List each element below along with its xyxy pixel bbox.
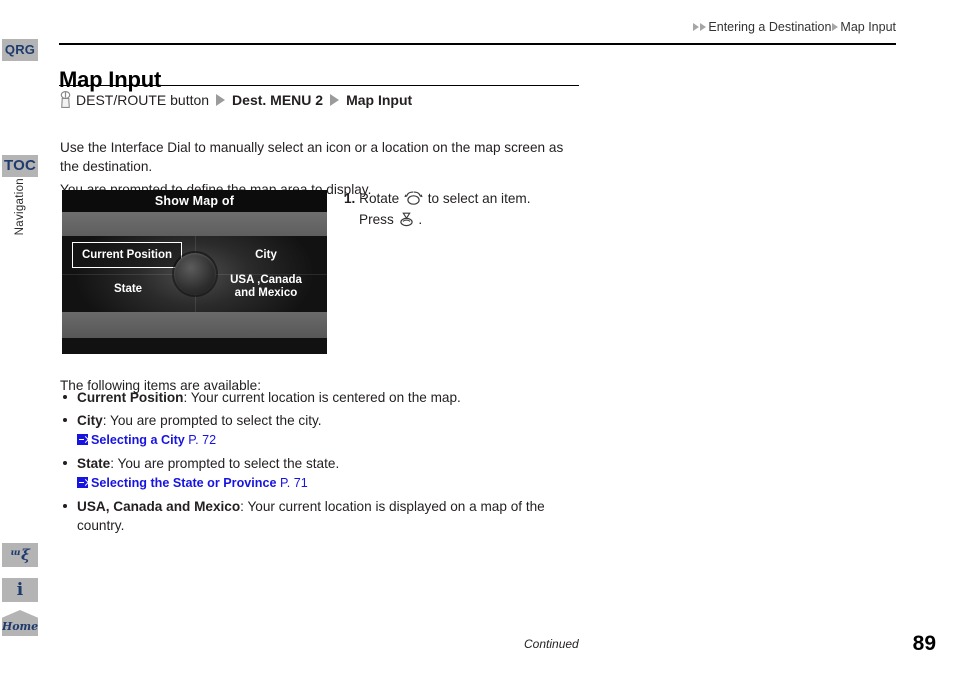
page-title: Map Input (59, 66, 162, 92)
cross-reference-link[interactable]: Selecting the State or Province P. 71 (77, 474, 580, 493)
menu-path-step-2: Map Input (346, 92, 413, 108)
link-arrow-icon (77, 434, 88, 445)
chevron-right-icon (832, 23, 839, 31)
nav-screen-menu-area: Current Position City State USA ,Canada … (62, 236, 327, 312)
step-press-suffix: . (418, 212, 423, 227)
step-text-after-icon: to select an item. (427, 191, 531, 206)
sidebar-tab-qrg[interactable]: QRG (2, 39, 38, 61)
home-icon-label: Home (1, 620, 39, 633)
bullet-dot-icon (63, 418, 67, 422)
step-instruction: 1. Rotate to select an item. Press . (344, 190, 594, 232)
breadcrumb-item-map-input: Map Input (840, 20, 896, 34)
cross-reference-title: Selecting the State or Province (91, 476, 277, 490)
list-item-desc: : You are prompted to select the state. (110, 456, 340, 471)
nav-option-usa-line2: and Mexico (234, 287, 298, 299)
step-text-before-icon: Rotate (359, 191, 400, 206)
page-number: 89 (912, 632, 936, 655)
nav-option-usa-line1: USA ,Canada (230, 274, 302, 286)
menu-path-step-1: Dest. MENU 2 (232, 92, 324, 108)
dest-route-button-icon (59, 91, 72, 109)
list-item: City: You are prompted to select the cit… (60, 411, 580, 450)
dial-press-icon (399, 212, 414, 232)
info-icon[interactable]: i (2, 578, 38, 602)
list-item: Current Position: Your current location … (60, 388, 580, 407)
sidebar: QRG TOC Navigation ᵚξ i Home (0, 0, 40, 674)
nav-option-city[interactable]: City (214, 242, 318, 268)
breadcrumb: Entering a Destination Map Input (693, 20, 897, 34)
bullet-dot-icon (63, 504, 67, 508)
step-number: 1. (344, 191, 356, 206)
interface-dial-graphic (173, 253, 216, 295)
footer-continued-label: Continued (524, 637, 579, 651)
list-item: State: You are prompted to select the st… (60, 454, 580, 493)
menu-path: DEST/ROUTE button Dest. MENU 2 Map Input (59, 91, 412, 109)
nav-option-state[interactable]: State (76, 274, 180, 304)
handwriting-icon[interactable]: ᵚξ (2, 543, 38, 567)
chevron-right-icon (216, 94, 226, 106)
header-rule (59, 43, 896, 45)
nav-option-current-position[interactable]: Current Position (72, 242, 182, 268)
sidebar-section-label-text: Navigation (14, 178, 26, 236)
nav-screen-lower-band (62, 312, 327, 338)
home-icon[interactable]: Home (2, 610, 38, 636)
title-rule (59, 85, 579, 87)
step-press-label: Press (359, 212, 394, 227)
list-item-term: USA, Canada and Mexico (77, 499, 241, 514)
nav-screen-upper-band (62, 212, 327, 236)
chevron-right-icon (693, 23, 700, 31)
breadcrumb-item-entering-a-destination: Entering a Destination (708, 20, 832, 34)
handwriting-icon-glyph: ᵚξ (10, 546, 30, 564)
sidebar-section-label: Navigation (2, 178, 38, 266)
bullet-dot-icon (63, 461, 67, 465)
cross-reference-link[interactable]: Selecting a City P. 72 (77, 431, 580, 450)
intro-paragraph: Use the Interface Dial to manually selec… (60, 139, 564, 174)
list-item-term: Current Position (77, 390, 184, 405)
cross-reference-page: P. 71 (276, 476, 308, 490)
chevron-right-icon (700, 23, 707, 31)
info-icon-glyph: i (16, 580, 24, 600)
nav-option-usa-canada-mexico[interactable]: USA ,Canada and Mexico (212, 270, 320, 304)
link-arrow-icon (77, 477, 88, 488)
cross-reference-title: Selecting a City (91, 433, 185, 447)
list-item-term: State (77, 456, 111, 471)
navigation-screen-figure: Show Map of Current Position City State … (62, 190, 327, 354)
list-item-term: City (77, 413, 103, 428)
list-item-desc: : Your current location is centered on t… (183, 390, 461, 405)
nav-screen-bottom-bar (62, 338, 327, 354)
dial-rotate-icon (404, 191, 423, 211)
cross-reference-page: P. 72 (184, 433, 217, 447)
nav-screen-title: Show Map of (62, 190, 327, 212)
list-item: USA, Canada and Mexico: Your current loc… (60, 497, 580, 535)
list-item-desc: : You are prompted to select the city. (102, 413, 322, 428)
sidebar-tab-toc[interactable]: TOC (2, 155, 38, 177)
chevron-right-icon (330, 94, 340, 106)
items-list: Current Position: Your current location … (60, 388, 580, 539)
bullet-dot-icon (63, 395, 67, 399)
menu-path-button-label: DEST/ROUTE button (76, 92, 210, 108)
